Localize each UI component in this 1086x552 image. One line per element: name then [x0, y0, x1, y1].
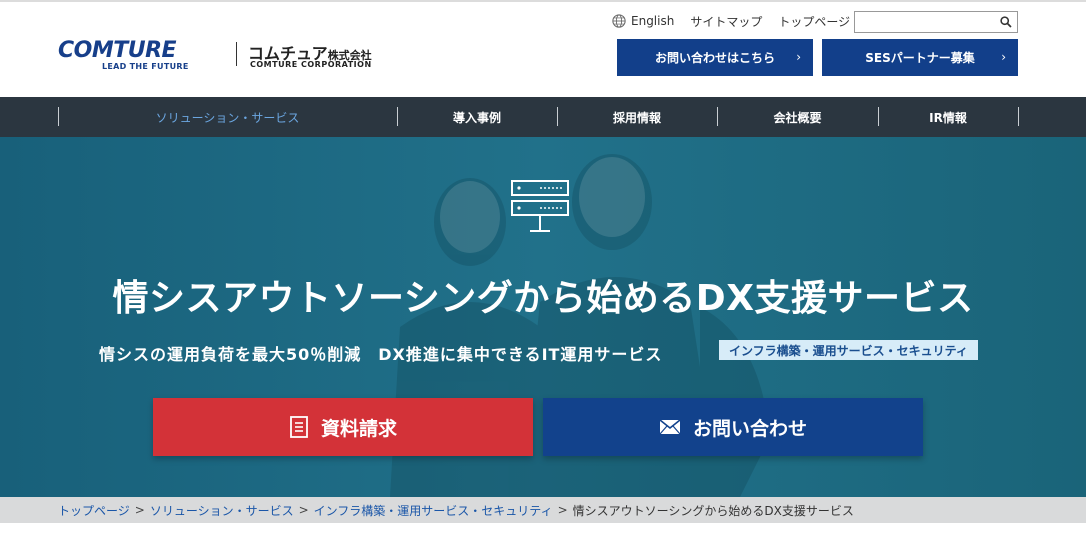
hero-title: 情シスアウトソーシングから始めるDX支援サービス	[112, 278, 974, 319]
breadcrumb-current: 情シスアウトソーシングから始めるDX支援サービス	[572, 503, 854, 518]
utility-links: English サイトマップ トップページ	[612, 12, 866, 30]
contact-cta-label: お問い合わせ	[692, 417, 807, 440]
global-nav: ソリューション・サービス 導入事例 採用情報 会社概要 IR情報	[0, 97, 1086, 137]
contact-button[interactable]: お問い合わせはこちら ›	[617, 39, 813, 76]
logo-en-name: COMTURE CORPORATION	[250, 60, 372, 69]
ses-partner-button[interactable]: SESパートナー募集 ›	[822, 39, 1018, 76]
logo-separator	[236, 42, 237, 66]
search-input[interactable]	[855, 14, 995, 34]
breadcrumb-separator: >	[134, 503, 145, 517]
english-link[interactable]: English	[612, 14, 674, 28]
contact-cta-button[interactable]: お問い合わせ	[543, 398, 923, 456]
sitemap-link[interactable]: サイトマップ	[690, 13, 762, 30]
globe-icon	[612, 14, 626, 28]
breadcrumb-separator: >	[557, 503, 568, 517]
search-box	[854, 11, 1018, 34]
server-icon	[511, 180, 569, 232]
mail-icon	[659, 419, 681, 435]
nav-item-ir[interactable]: IR情報	[878, 97, 1018, 137]
breadcrumb-separator: >	[298, 503, 309, 517]
category-tag[interactable]: インフラ構築・運用サービス・セキュリティ	[719, 340, 978, 360]
breadcrumb: トップページ > ソリューション・サービス > インフラ構築・運用サービス・セキ…	[0, 497, 1086, 523]
search-icon[interactable]	[1000, 16, 1012, 28]
document-request-button[interactable]: 資料請求	[153, 398, 533, 456]
document-request-label: 資料請求	[320, 417, 397, 440]
logo-word: COMTURE	[58, 38, 177, 63]
english-label: English	[631, 14, 675, 28]
comture-logo[interactable]: COMTURE LEAD THE FUTURE コムチュア株式会社 COMTUR…	[58, 38, 398, 74]
nav-divider	[1018, 107, 1019, 126]
breadcrumb-link-top[interactable]: トップページ	[58, 502, 130, 519]
chevron-right-icon: ›	[796, 50, 801, 64]
toppage-link[interactable]: トップページ	[778, 13, 850, 30]
breadcrumb-link-solutions[interactable]: ソリューション・サービス	[150, 502, 294, 519]
ses-partner-button-label: SESパートナー募集	[865, 51, 975, 65]
logo-mark: COMTURE LEAD THE FUTURE	[58, 38, 228, 74]
nav-item-company[interactable]: 会社概要	[717, 97, 878, 137]
logo-tagline: LEAD THE FUTURE	[102, 62, 189, 71]
contact-button-label: お問い合わせはこちら	[654, 51, 775, 65]
site-header: COMTURE LEAD THE FUTURE コムチュア株式会社 COMTUR…	[0, 2, 1086, 97]
hero-subtitle: 情シスの運用負荷を最大50％削減 DX推進に集中できるIT運用サービス	[99, 345, 663, 364]
breadcrumb-link-infra[interactable]: インフラ構築・運用サービス・セキュリティ	[314, 502, 553, 519]
document-icon	[290, 416, 308, 438]
hero-banner: 情シスアウトソーシングから始めるDX支援サービス 情シスの運用負荷を最大50％削…	[0, 137, 1086, 497]
chevron-right-icon: ›	[1001, 50, 1006, 64]
nav-item-case-studies[interactable]: 導入事例	[397, 97, 557, 137]
nav-item-recruit[interactable]: 採用情報	[557, 97, 717, 137]
nav-item-solutions[interactable]: ソリューション・サービス	[58, 97, 397, 137]
